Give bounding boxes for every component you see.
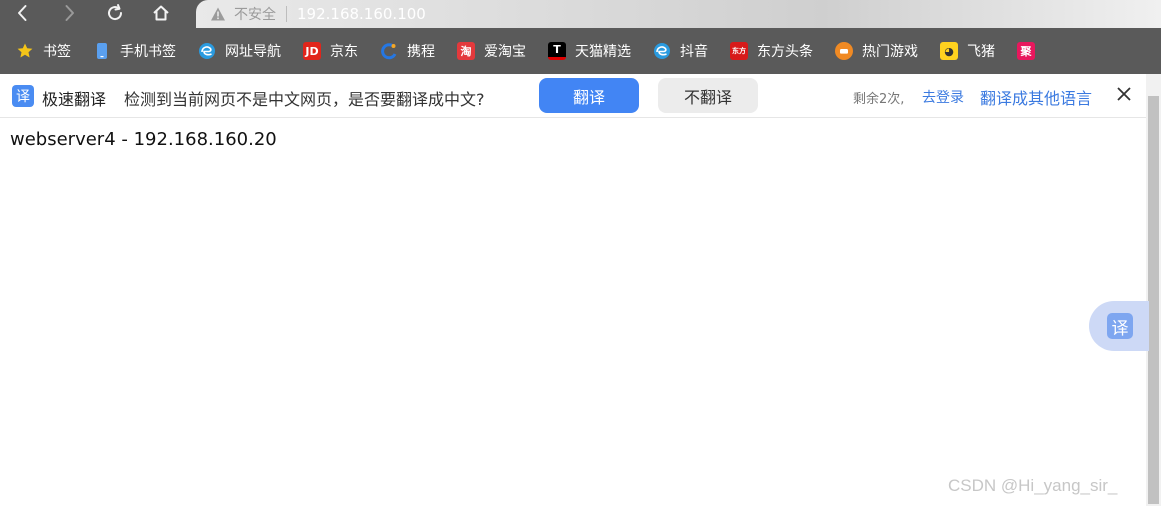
- bookmark-label: 手机书签: [120, 44, 176, 60]
- translate-icon: 译: [1107, 313, 1133, 339]
- ju-icon: 聚: [1017, 42, 1035, 60]
- bookmark-label: 抖音: [680, 44, 708, 60]
- bookmark-item[interactable]: T 天猫精选: [548, 28, 631, 74]
- close-button[interactable]: [1114, 86, 1134, 106]
- phone-icon: [93, 42, 111, 60]
- address-bar[interactable]: 不安全 192.168.160.100: [196, 0, 1161, 28]
- bookmark-label: 书签: [43, 44, 71, 60]
- bookmark-item[interactable]: JD 京东: [303, 28, 358, 74]
- scrollbar-thumb[interactable]: [1148, 96, 1159, 504]
- browser-window: 不安全 192.168.160.100 书签 手机书签 网址导航 JD 京东 携…: [0, 0, 1161, 506]
- vertical-scrollbar[interactable]: [1146, 74, 1161, 506]
- page-content-text: webserver4 - 192.168.160.20: [10, 129, 277, 150]
- forward-button[interactable]: [46, 0, 92, 28]
- bookmark-item[interactable]: 东方 东方头条: [730, 28, 813, 74]
- bookmark-label: 京东: [330, 44, 358, 60]
- bookmark-item[interactable]: 淘 爱淘宝: [457, 28, 526, 74]
- watermark: CSDN @Hi_yang_sir_: [948, 476, 1118, 495]
- translate-name: 极速翻译: [42, 90, 107, 109]
- jd-icon: JD: [303, 42, 321, 60]
- bookmark-item[interactable]: 书签: [16, 28, 71, 74]
- bookmark-label: 热门游戏: [862, 44, 918, 60]
- remaining-count: 剩余2次,: [853, 92, 905, 107]
- bookmark-label: 携程: [407, 44, 435, 60]
- bookmark-item[interactable]: 抖音: [653, 28, 708, 74]
- bookmark-item[interactable]: 手机书签: [93, 28, 176, 74]
- reload-icon: [105, 3, 125, 26]
- security-label[interactable]: 不安全: [234, 4, 276, 24]
- home-button[interactable]: [138, 0, 184, 28]
- edge-icon: [653, 42, 671, 60]
- warning-icon: [210, 6, 226, 22]
- url-text[interactable]: 192.168.160.100: [297, 5, 426, 23]
- bookmark-item[interactable]: 网址导航: [198, 28, 281, 74]
- star-icon: [16, 42, 34, 60]
- bookmark-label: 爱淘宝: [484, 44, 526, 60]
- no-translate-button[interactable]: 不翻译: [658, 78, 758, 113]
- chevron-right-icon: [59, 3, 79, 26]
- floating-translate-button[interactable]: 译: [1089, 301, 1149, 351]
- taobao-icon: 淘: [457, 42, 475, 60]
- game-icon: [835, 42, 853, 60]
- dongfang-icon: 东方: [730, 42, 748, 60]
- home-icon: [151, 3, 171, 26]
- other-language-link[interactable]: 翻译成其他语言: [980, 85, 1092, 109]
- bookmark-item[interactable]: ◕ 飞猪: [940, 28, 995, 74]
- bookmark-item[interactable]: 热门游戏: [835, 28, 918, 74]
- ctrip-icon: [380, 42, 398, 60]
- translate-bar: 译 极速翻译 检测到当前网页不是中文网页，是否要翻译成中文? 翻译 不翻译 剩余…: [0, 74, 1146, 118]
- translate-message: 检测到当前网页不是中文网页，是否要翻译成中文?: [124, 90, 485, 109]
- translate-button[interactable]: 翻译: [539, 78, 639, 113]
- reload-button[interactable]: [92, 0, 138, 28]
- bookmark-item[interactable]: 聚: [1017, 28, 1044, 74]
- tmall-icon: T: [548, 42, 566, 60]
- translate-logo-icon: 译: [12, 85, 34, 107]
- address-separator: [286, 6, 287, 22]
- back-button[interactable]: [0, 0, 46, 28]
- bookmark-label: 东方头条: [757, 44, 813, 60]
- navigation-bar: 不安全 192.168.160.100: [0, 0, 1161, 28]
- edge-icon: [198, 42, 216, 60]
- bookmark-label: 飞猪: [967, 44, 995, 60]
- bookmarks-bar: 书签 手机书签 网址导航 JD 京东 携程 淘 爱淘宝 T 天猫精选 抖音 东方…: [0, 28, 1161, 74]
- bookmark-item[interactable]: 携程: [380, 28, 435, 74]
- login-link[interactable]: 去登录: [922, 87, 964, 107]
- bookmark-label: 网址导航: [225, 44, 281, 60]
- bookmark-label: 天猫精选: [575, 44, 631, 60]
- fliggy-icon: ◕: [940, 42, 958, 60]
- close-icon: [1116, 86, 1132, 106]
- chevron-left-icon: [13, 3, 33, 26]
